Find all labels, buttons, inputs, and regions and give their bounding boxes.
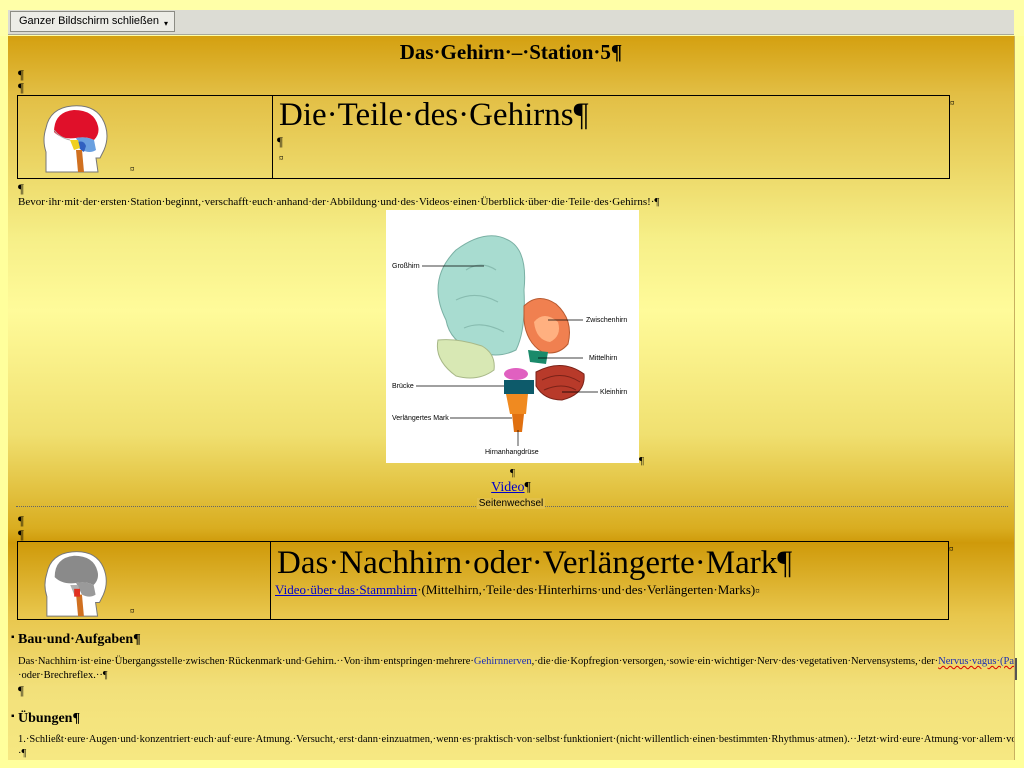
section-heading: Das·Nachhirn·oder·Verlängerte·Mark¶: [277, 545, 793, 581]
empty-paragraph: ¶: [18, 80, 24, 95]
empty-paragraph: ¶: [639, 455, 644, 467]
video-link[interactable]: Video: [491, 480, 524, 495]
label-bruecke: Brücke: [392, 383, 414, 390]
uebungen-paragraph: 1.·Schließt·eure·Augen·und·konzentriert·…: [18, 734, 1014, 759]
cell-end-mark: ¤: [130, 606, 135, 616]
row-end-mark: ¤: [949, 544, 954, 554]
label-zwischenhirn: Zwischenhirn: [586, 317, 627, 324]
page-title: Das·Gehirn·–·Station·5¶: [399, 40, 623, 64]
empty-paragraph: ¶: [18, 513, 24, 528]
paragraph-format-mark: ▪: [11, 632, 15, 643]
label-verlaengertes-mark: Verlängertes Mark: [392, 415, 449, 422]
nervus-vagus-term: Nervus·vagus·(Parasympathicus): [938, 656, 1014, 667]
video-paragraph: Video¶: [8, 480, 1014, 496]
header-image-cell: ¤: [17, 95, 273, 179]
bau-text-1: Das·Nachhirn·ist·eine·Übergangsstelle·zw…: [18, 656, 474, 667]
subtitle-rest: ·(Mittelhirn,·Teile·des·Hinterhirns·und·…: [417, 582, 756, 597]
header-image-cell: ¤: [17, 541, 271, 620]
uebungen-heading: Übungen¶: [18, 711, 81, 726]
fullscreen-toolbar: Ganzer Bildschirm schließen ▾: [0, 0, 1024, 36]
label-hirnanhangdruese: Hirnanhangdrüse: [485, 449, 539, 456]
empty-paragraph: ¶: [18, 527, 24, 542]
header-text-cell: Das·Nachhirn·oder·Verlängerte·Mark¶ Vide…: [270, 541, 949, 620]
section-header-table: ¤ Die·Teile·des·Gehirns¶ ¶ ¤: [17, 95, 950, 179]
label-mittelhirn: Mittelhirn: [589, 355, 618, 362]
close-fullscreen-label: Ganzer Bildschirm schließen: [19, 15, 159, 27]
paragraph-mark: ¶: [524, 480, 531, 495]
intro-paragraph: Bevor·ihr·mit·der·ersten·Station·beginnt…: [18, 196, 660, 208]
bau-text-2: ,·die·die·Kopfregion·versorgen,·sowie·ei…: [531, 656, 939, 667]
header-text-cell: Die·Teile·des·Gehirns¶ ¶ ¤: [272, 95, 950, 179]
bau-paragraph: Das·Nachhirn·ist·eine·Übergangsstelle·zw…: [18, 655, 1014, 683]
scroll-indicator[interactable]: [1015, 658, 1017, 680]
page-break-label: Seitenwechsel: [476, 498, 546, 509]
page-break: Seitenwechsel: [8, 498, 1014, 509]
cell-end-mark: ¤: [279, 153, 284, 163]
cell-end-mark: ¤: [755, 586, 760, 596]
close-fullscreen-button[interactable]: Ganzer Bildschirm schließen ▾: [10, 11, 176, 32]
cell-end-mark: ¤: [130, 164, 135, 174]
row-end-mark: ¤: [950, 98, 955, 108]
chevron-down-icon[interactable]: ▾: [164, 19, 168, 28]
label-kleinhirn: Kleinhirn: [600, 389, 627, 396]
video-subtitle: Video·über·das·Stammhirn·(Mittelhirn,·Te…: [271, 582, 948, 599]
gehirnnerven-term: Gehirnnerven: [473, 656, 532, 667]
brain-diagram-svg: Großhirn Zwischenhirn Mittelhirn Brücke …: [392, 235, 627, 456]
brain-diagram[interactable]: Großhirn Zwischenhirn Mittelhirn Brücke …: [386, 210, 639, 463]
section-heading: Die·Teile·des·Gehirns¶: [279, 97, 589, 133]
stammhirn-video-link[interactable]: Video·über·das·Stammhirn: [275, 582, 417, 597]
empty-paragraph: ¶: [18, 683, 24, 698]
section-header-table: ¤ Das·Nachhirn·oder·Verlängerte·Mark¶ Vi…: [17, 541, 949, 620]
paragraph-format-mark: ▪: [11, 711, 15, 722]
brain-head-icon: [44, 551, 107, 617]
empty-paragraph: ¶: [277, 134, 283, 149]
label-grosshirn: Großhirn: [392, 263, 420, 270]
brain-head-icon: [43, 105, 108, 173]
bau-heading: Bau·und·Aufgaben¶: [18, 632, 141, 647]
empty-paragraph: ¶: [18, 181, 24, 196]
document-page[interactable]: Das·Gehirn·–·Station·5¶ ¶ ¶ ¤ Die·Teile·…: [8, 36, 1015, 760]
empty-paragraph: ¶: [510, 467, 515, 479]
